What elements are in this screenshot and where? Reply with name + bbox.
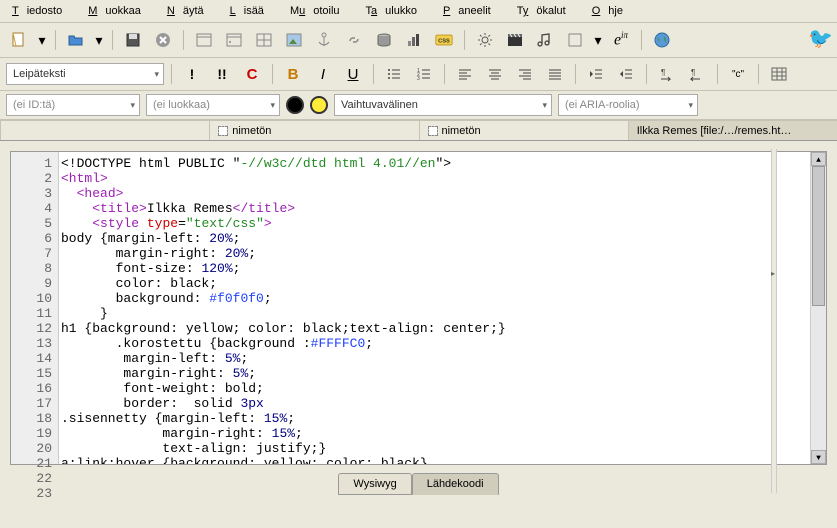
doc-icon bbox=[428, 126, 438, 136]
window-dropdown-icon[interactable]: ▾ bbox=[592, 27, 604, 53]
h2-icon[interactable]: !! bbox=[209, 61, 235, 87]
code-area[interactable]: <!DOCTYPE html PUBLIC "-//w3c//dtd html … bbox=[59, 152, 810, 464]
align-right-icon[interactable] bbox=[512, 61, 538, 87]
menu-table[interactable]: Taulukko bbox=[358, 2, 433, 20]
svg-text:3: 3 bbox=[417, 76, 420, 82]
list-numbers-icon[interactable]: 123 bbox=[411, 61, 437, 87]
outdent-icon[interactable] bbox=[583, 61, 609, 87]
indent-icon[interactable] bbox=[613, 61, 639, 87]
math-icon[interactable]: eiπ bbox=[608, 27, 634, 53]
view2-icon[interactable] bbox=[221, 27, 247, 53]
css-icon[interactable]: CSS bbox=[431, 27, 457, 53]
scroll-thumb[interactable] bbox=[812, 166, 825, 306]
doc-icon bbox=[218, 126, 228, 136]
new-icon[interactable] bbox=[6, 27, 32, 53]
table-insert-icon[interactable] bbox=[766, 61, 792, 87]
menu-file[interactable]: Tiedosto bbox=[4, 2, 78, 20]
clapper-icon[interactable] bbox=[502, 27, 528, 53]
open-icon[interactable] bbox=[63, 27, 89, 53]
view-mode-tabs: Wysiwyg Lähdekoodi bbox=[0, 469, 837, 499]
code-editor[interactable]: 1234567891011121314151617181920212223 <!… bbox=[10, 151, 827, 465]
globe-icon[interactable] bbox=[649, 27, 675, 53]
class-tag-icon[interactable]: "c" bbox=[725, 61, 751, 87]
swatch-black[interactable] bbox=[286, 96, 304, 114]
h1-icon[interactable]: ! bbox=[179, 61, 205, 87]
music-icon[interactable] bbox=[532, 27, 558, 53]
vertical-scrollbar[interactable]: ▲ ▼ bbox=[810, 152, 826, 464]
aria-role-combo[interactable]: (ei ARIA-roolia) bbox=[558, 94, 698, 116]
open-dropdown-icon[interactable]: ▾ bbox=[93, 27, 105, 53]
tab-source[interactable]: Lähdekoodi bbox=[412, 473, 499, 495]
class-combo[interactable]: (ei luokkaa) bbox=[146, 94, 280, 116]
right-panel-splitter[interactable] bbox=[771, 149, 777, 493]
align-justify-icon[interactable] bbox=[542, 61, 568, 87]
menu-format[interactable]: Muotoilu bbox=[282, 2, 356, 20]
editor-container: 1234567891011121314151617181920212223 <!… bbox=[0, 141, 837, 469]
italic-button[interactable]: I bbox=[310, 61, 336, 87]
tab-1[interactable]: nimetön bbox=[209, 120, 419, 140]
filter-bar: (ei ID:tä) (ei luokkaa) Vaihtuvavälinen … bbox=[0, 91, 837, 120]
svg-text:¶: ¶ bbox=[691, 68, 695, 77]
image-icon[interactable] bbox=[281, 27, 307, 53]
list-bullets-icon[interactable] bbox=[381, 61, 407, 87]
scroll-up-icon[interactable]: ▲ bbox=[811, 152, 826, 166]
tab-0[interactable] bbox=[0, 120, 210, 140]
document-tabs: nimetön nimetön Ilkka Remes [file:/…/rem… bbox=[0, 120, 837, 141]
menubar: Tiedosto Muokkaa Näytä Lisää Muotoilu Ta… bbox=[0, 0, 837, 23]
view1-icon[interactable] bbox=[191, 27, 217, 53]
format-toolbar: Leipäteksti ! !! C B I U 123 ¶ ¶ "c" bbox=[0, 58, 837, 91]
main-toolbar: ▾ ▾ CSS ▾ eiπ 🐦 bbox=[0, 23, 837, 58]
close-icon[interactable] bbox=[150, 27, 176, 53]
dir-ltr-icon[interactable]: ¶ bbox=[654, 61, 680, 87]
align-left-icon[interactable] bbox=[452, 61, 478, 87]
new-dropdown-icon[interactable]: ▾ bbox=[36, 27, 48, 53]
bird-logo-icon: 🐦 bbox=[808, 26, 833, 51]
chart-icon[interactable] bbox=[401, 27, 427, 53]
scroll-down-icon[interactable]: ▼ bbox=[811, 450, 826, 464]
line-numbers: 1234567891011121314151617181920212223 bbox=[11, 152, 59, 464]
table-icon[interactable] bbox=[251, 27, 277, 53]
dir-rtl-icon[interactable]: ¶ bbox=[684, 61, 710, 87]
anchor-icon[interactable] bbox=[311, 27, 337, 53]
save-icon[interactable] bbox=[120, 27, 146, 53]
color-c-icon[interactable]: C bbox=[239, 61, 265, 87]
swatch-yellow[interactable] bbox=[310, 96, 328, 114]
menu-help[interactable]: Ohje bbox=[584, 2, 639, 20]
tab-2[interactable]: nimetön bbox=[419, 120, 629, 140]
paragraph-style-combo[interactable]: Leipäteksti bbox=[6, 63, 164, 85]
svg-text:CSS: CSS bbox=[438, 38, 450, 44]
tab-3[interactable]: Ilkka Remes [file:/…/remes.ht… bbox=[628, 120, 837, 140]
gear-icon[interactable] bbox=[472, 27, 498, 53]
tab-wysiwyg[interactable]: Wysiwyg bbox=[338, 473, 411, 495]
svg-text:¶: ¶ bbox=[661, 68, 665, 77]
menu-view[interactable]: Näytä bbox=[159, 2, 220, 20]
underline-button[interactable]: U bbox=[340, 61, 366, 87]
hdd-icon[interactable] bbox=[371, 27, 397, 53]
menu-panels[interactable]: Paneelit bbox=[435, 2, 507, 20]
window-icon[interactable] bbox=[562, 27, 588, 53]
link-icon[interactable] bbox=[341, 27, 367, 53]
menu-tools[interactable]: Työkalut bbox=[509, 2, 582, 20]
align-center-icon[interactable] bbox=[482, 61, 508, 87]
bold-button[interactable]: B bbox=[280, 61, 306, 87]
menu-edit[interactable]: Muokkaa bbox=[80, 2, 157, 20]
menu-insert[interactable]: Lisää bbox=[222, 2, 280, 20]
font-spacing-combo[interactable]: Vaihtuvavälinen bbox=[334, 94, 552, 116]
id-combo[interactable]: (ei ID:tä) bbox=[6, 94, 140, 116]
